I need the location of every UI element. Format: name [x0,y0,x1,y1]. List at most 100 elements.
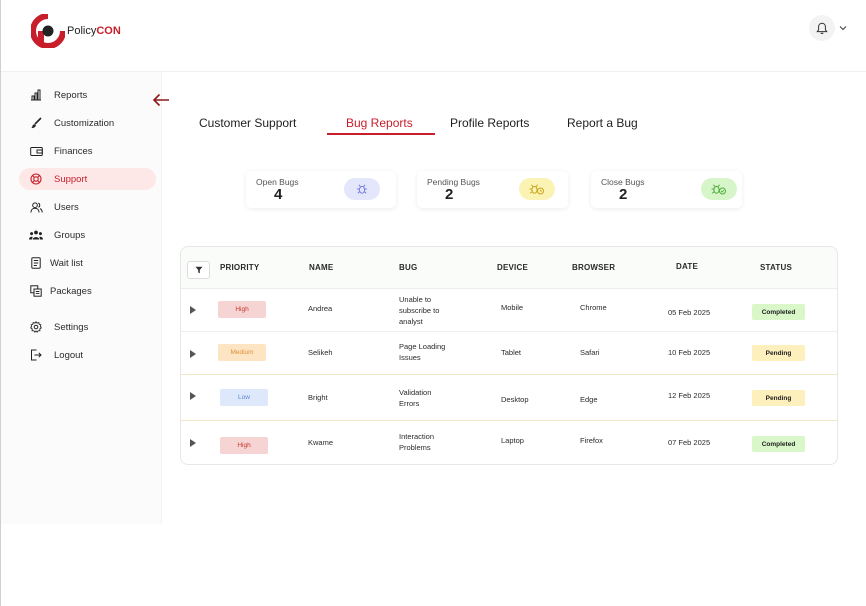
package-icon [29,284,43,298]
brand-name: PolicyCON [67,25,121,37]
report-date: 07 Feb 2025 [668,438,711,447]
lifebuoy-icon [29,172,43,186]
sidebar: Reports Customization Finances Support U… [1,72,162,524]
column-header-status[interactable]: STATUS [760,263,792,272]
chevron-down-icon[interactable] [839,25,847,31]
sidebar-item-support[interactable]: Support [19,168,156,190]
priority-badge: Medium [218,344,266,361]
top-bar: PolicyCON [1,0,866,72]
sidebar-item-label: Finances [54,145,93,157]
list-icon [29,256,43,270]
notifications-menu[interactable] [809,15,849,41]
sidebar-item-label: Support [54,173,88,185]
column-header-device[interactable]: DEVICE [497,263,528,272]
sidebar-item-finances[interactable]: Finances [19,140,156,162]
bug-description: Unable to subscribe to analyst [399,295,440,326]
device-name: Desktop [501,395,529,404]
table-row[interactable]: High Kwame Interaction Problems Laptop Fi… [181,421,837,465]
column-header-browser[interactable]: BROWSER [572,263,615,272]
sidebar-item-packages[interactable]: Packages [19,280,156,302]
stat-label: Pending Bugs [427,177,480,187]
sidebar-item-label: Logout [54,349,84,361]
bar-chart-icon [29,88,43,102]
report-date: 12 Feb 2025 [668,391,711,400]
filter-icon [195,266,202,274]
sidebar-item-groups[interactable]: Groups [19,224,156,246]
sidebar-item-label: Packages [50,285,92,297]
expand-row-caret-icon[interactable] [190,439,196,447]
sidebar-item-label: Settings [54,321,89,333]
brand-logo[interactable]: PolicyCON [31,13,141,49]
sidebar-item-wait-list[interactable]: Wait list [19,252,156,274]
table-row[interactable]: Low Bright Validation Errors Desktop Edge… [181,375,837,419]
reporter-name: Bright [308,393,328,402]
tab-report-a-bug[interactable]: Report a Bug [567,116,638,130]
report-date: 05 Feb 2025 [668,308,711,317]
expand-row-caret-icon[interactable] [190,350,196,358]
browser-name: Chrome [580,303,607,312]
expand-row-caret-icon[interactable] [190,306,196,314]
device-name: Laptop [501,436,524,445]
bug-icon [344,178,380,200]
expand-row-caret-icon[interactable] [190,392,196,400]
column-header-date[interactable]: DATE [676,262,698,271]
wallet-icon [29,144,43,158]
sidebar-item-label: Groups [54,229,86,241]
tab-profile-reports[interactable]: Profile Reports [450,116,529,130]
logo-mark-icon [31,14,65,48]
column-header-name[interactable]: NAME [309,263,333,272]
priority-badge: Low [220,389,268,406]
active-tab-indicator [327,133,435,135]
stat-card-close-bugs: Close Bugs 2 [591,171,742,208]
column-header-priority[interactable]: PRIORITY [220,263,259,272]
bug-description: Validation Errors [399,388,432,408]
sidebar-item-reports[interactable]: Reports [19,84,156,106]
reporter-name: Kwame [308,438,334,447]
sidebar-item-settings[interactable]: Settings [19,316,156,338]
reporter-name: Selikeh [308,348,333,357]
device-name: Mobile [501,303,524,312]
collapse-sidebar-arrow-icon[interactable] [151,92,171,108]
tab-bug-reports[interactable]: Bug Reports [346,116,413,130]
sidebar-item-users[interactable]: Users [19,196,156,218]
brush-icon [29,116,43,130]
table-header: PRIORITY NAME BUG DEVICE BROWSER DATE ST… [181,247,837,289]
table-row[interactable]: High Andrea Unable to subscribe to analyst… [181,289,837,331]
sidebar-item-label: Users [54,201,79,213]
stat-card-open-bugs: Open Bugs 4 [246,171,396,208]
status-badge: Pending [752,345,805,361]
bug-reports-table: PRIORITY NAME BUG DEVICE BROWSER DATE ST… [180,246,838,465]
gear-icon [29,320,43,334]
groups-icon [29,228,43,242]
reporter-name: Andrea [308,304,333,313]
bug-check-icon [701,178,737,200]
column-header-bug[interactable]: BUG [399,263,417,272]
bell-icon [816,22,828,34]
sidebar-item-logout[interactable]: Logout [19,344,156,366]
logout-icon [29,348,43,362]
stat-value: 2 [619,186,628,203]
sidebar-item-label: Wait list [50,257,83,269]
status-badge: Completed [752,304,805,320]
priority-badge: High [220,437,268,454]
users-icon [29,200,43,214]
stat-value: 4 [274,186,283,203]
notification-button[interactable] [809,15,835,41]
filter-button[interactable] [187,261,210,279]
stat-value: 2 [445,186,454,203]
browser-name: Edge [580,395,598,404]
browser-name: Safari [580,348,600,357]
sidebar-item-customization[interactable]: Customization [19,112,156,134]
bug-description: Interaction Problems [399,432,435,452]
status-badge: Pending [752,390,805,406]
device-name: Tablet [501,348,522,357]
bug-description: Page Loading Issues [399,342,446,362]
priority-badge: High [218,301,266,318]
stat-card-pending-bugs: Pending Bugs 2 [417,171,568,208]
browser-name: Firefox [580,436,603,445]
tab-customer-support[interactable]: Customer Support [199,116,296,130]
bug-clock-icon [519,178,555,200]
table-row[interactable]: Medium Selikeh Page Loading Issues Tablet… [181,332,837,374]
status-badge: Completed [752,436,805,452]
report-date: 10 Feb 2025 [668,348,711,357]
